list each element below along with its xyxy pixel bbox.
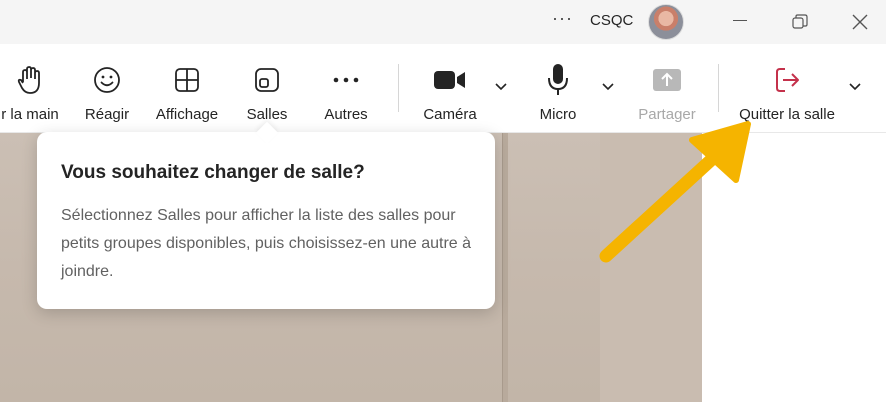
mic-label: Micro (539, 106, 577, 123)
more-options-button[interactable]: ··· (552, 8, 573, 29)
grid-icon (175, 68, 199, 92)
close-icon[interactable] (848, 10, 872, 34)
react-button[interactable]: Réagir (77, 44, 137, 132)
toolbar-divider (718, 64, 719, 112)
view-label: Affichage (155, 106, 219, 123)
popover-body: Sélectionnez Salles pour afficher la lis… (61, 207, 472, 280)
popover-title: Vous souhaitez changer de salle? (61, 162, 365, 183)
restore-icon[interactable] (790, 12, 810, 32)
rooms-label: Salles (246, 106, 288, 123)
chevron-down-icon[interactable] (848, 82, 862, 92)
more-label: Autres (324, 106, 368, 123)
toolbar-divider (398, 64, 399, 112)
react-label: Réagir (84, 106, 130, 123)
camera-label: Caméra (423, 106, 477, 123)
rooms-button[interactable]: Salles (238, 44, 296, 132)
camera-button[interactable]: Caméra (418, 44, 482, 132)
raise-hand-button[interactable]: r la main (0, 44, 72, 132)
rooms-teaching-popover: Vous souhaitez changer de salle? Sélecti… (37, 121, 495, 309)
chevron-down-icon[interactable] (601, 82, 615, 92)
leave-icon (776, 68, 799, 92)
mic-icon (548, 64, 568, 95)
view-button[interactable]: Affichage (150, 44, 224, 132)
more-dots-icon (333, 77, 359, 83)
smiley-icon (94, 67, 120, 93)
chevron-down-icon[interactable] (494, 82, 508, 92)
title-bar: ··· CSQC (0, 0, 886, 44)
background-seam (502, 133, 508, 402)
share-icon (653, 69, 681, 91)
organization-label: CSQC (590, 12, 634, 29)
more-button[interactable]: Autres (316, 44, 376, 132)
raise-hand-label: r la main (1, 106, 59, 123)
hand-icon (17, 66, 40, 94)
camera-icon (434, 71, 465, 89)
annotation-arrow-icon (599, 121, 751, 263)
rooms-icon (255, 68, 279, 92)
minimize-icon[interactable] (733, 20, 747, 21)
avatar[interactable] (648, 4, 684, 40)
mic-button[interactable]: Micro (532, 44, 584, 132)
